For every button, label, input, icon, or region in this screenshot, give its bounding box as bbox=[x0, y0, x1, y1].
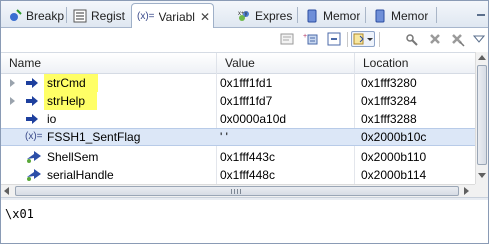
scrollbar-thumb[interactable] bbox=[477, 65, 487, 165]
location-cell: 0x2000b114 bbox=[361, 168, 427, 182]
pointer-arrow-icon bbox=[24, 93, 40, 109]
select-columns-icon[interactable] bbox=[351, 31, 375, 47]
pointer-arrow-icon bbox=[24, 75, 40, 91]
registers-icon bbox=[73, 9, 87, 23]
variables-icon: (x)= bbox=[137, 11, 155, 22]
scrollbar-grip-icon bbox=[231, 189, 241, 194]
tab-label: Breakp bbox=[26, 8, 65, 23]
pointer-arrow-icon bbox=[24, 111, 40, 127]
global-pointer-icon bbox=[26, 149, 42, 165]
memory-icon bbox=[373, 9, 387, 23]
name-cell: strHelp bbox=[1, 92, 215, 110]
view-menu-icon[interactable] bbox=[471, 31, 487, 47]
svg-text:+: + bbox=[303, 33, 307, 40]
tab-label: Expres bbox=[255, 8, 293, 23]
view-toolbar: + bbox=[1, 28, 488, 50]
variable-name: io bbox=[47, 112, 57, 126]
detail-pane[interactable]: \x01 bbox=[1, 200, 488, 243]
toolbar-separator bbox=[347, 32, 348, 47]
name-cell: io bbox=[1, 110, 215, 128]
svg-text:x+y: x+y bbox=[238, 11, 248, 17]
tab-separator bbox=[66, 7, 67, 23]
scroll-up-arrow-icon[interactable] bbox=[478, 55, 486, 60]
tab-label: Memor bbox=[323, 8, 361, 23]
table-row[interactable]: io 0x0000a10d 0x1fff3288 bbox=[1, 110, 475, 128]
variable-name: FSSH1_SentFlag bbox=[47, 130, 141, 144]
tab-breakpoints[interactable]: Breakp bbox=[3, 3, 65, 28]
name-cell: serialHandle bbox=[1, 166, 215, 184]
horizontal-scrollbar[interactable] bbox=[1, 184, 475, 197]
expand-arrow-icon[interactable] bbox=[10, 97, 15, 105]
global-variable-icon: (x)= bbox=[25, 131, 43, 142]
value-cell[interactable]: ' ' bbox=[220, 129, 352, 145]
minimize-icon[interactable] bbox=[476, 10, 486, 20]
view-tab-strip: Breakp Regist (x)= Variabl ✕ x+y Expres … bbox=[1, 1, 488, 29]
tab-separator bbox=[297, 7, 298, 23]
table-row[interactable]: strCmd 0x1fff1fd1 0x1fff3280 bbox=[1, 74, 475, 92]
location-cell: 0x2000b110 bbox=[361, 150, 427, 164]
vertical-scrollbar[interactable] bbox=[475, 52, 488, 184]
value-cell[interactable]: 0x1fff1fd7 bbox=[220, 92, 352, 110]
close-icon[interactable]: ✕ bbox=[200, 10, 210, 24]
expressions-icon: x+y bbox=[237, 9, 251, 23]
scrollbar-thumb[interactable] bbox=[15, 186, 459, 196]
toolbar-separator bbox=[379, 32, 380, 47]
variable-name: ShellSem bbox=[47, 150, 99, 164]
scroll-down-arrow-icon[interactable] bbox=[478, 173, 486, 178]
variables-view: Breakp Regist (x)= Variabl ✕ x+y Expres … bbox=[0, 0, 489, 244]
column-header-value[interactable]: Value bbox=[217, 53, 355, 74]
tab-label: Regist bbox=[91, 8, 126, 23]
value-cell[interactable]: 0x1fff448c bbox=[220, 166, 352, 184]
scroll-right-arrow-icon[interactable] bbox=[464, 187, 469, 195]
value-cell[interactable]: 0x1fff443c bbox=[220, 148, 352, 166]
show-type-names-icon[interactable] bbox=[279, 31, 295, 47]
value-cell[interactable]: 0x1fff1fd1 bbox=[220, 74, 352, 92]
tab-expressions[interactable]: x+y Expres bbox=[232, 3, 294, 28]
tab-label: Variabl bbox=[158, 9, 195, 24]
value-cell[interactable]: 0x0000a10d bbox=[220, 110, 352, 128]
variable-name: serialHandle bbox=[47, 168, 114, 182]
tab-separator bbox=[436, 7, 437, 23]
variable-name: strHelp bbox=[44, 92, 98, 110]
memory-icon bbox=[305, 9, 319, 23]
global-pointer-icon bbox=[26, 167, 42, 183]
scrollbar-corner bbox=[475, 184, 488, 197]
tab-separator bbox=[365, 7, 366, 23]
table-row-selected[interactable]: (x)= FSSH1_SentFlag ' ' 0x2000b10c bbox=[1, 128, 475, 146]
breakpoint-icon bbox=[8, 8, 22, 23]
tab-registers[interactable]: Regist bbox=[68, 3, 129, 28]
tab-variables[interactable]: (x)= Variabl ✕ bbox=[131, 3, 214, 29]
tab-memory[interactable]: Memor bbox=[300, 3, 362, 28]
column-header-location[interactable]: Location bbox=[355, 53, 475, 74]
variables-table: strCmd 0x1fff1fd1 0x1fff3280 strHelp 0x1… bbox=[1, 74, 475, 184]
remove-all-globals-icon[interactable] bbox=[449, 31, 465, 47]
expand-arrow-icon[interactable] bbox=[10, 79, 15, 87]
location-cell: 0x2000b10c bbox=[361, 130, 427, 144]
tab-memory-2[interactable]: Memor bbox=[368, 3, 433, 28]
location-cell: 0x1fff3280 bbox=[361, 76, 417, 90]
remove-all-icon[interactable] bbox=[427, 31, 443, 47]
detail-value-text: \x01 bbox=[5, 207, 34, 221]
scroll-left-arrow-icon[interactable] bbox=[4, 187, 9, 195]
name-cell: (x)= FSSH1_SentFlag bbox=[1, 129, 215, 145]
table-row[interactable]: ShellSem 0x1fff443c 0x2000b110 bbox=[1, 148, 475, 166]
location-cell: 0x1fff3288 bbox=[361, 112, 417, 126]
tab-label: Memor bbox=[391, 8, 429, 23]
table-row[interactable]: serialHandle 0x1fff448c 0x2000b114 bbox=[1, 166, 475, 184]
variable-name: strCmd bbox=[44, 74, 98, 92]
location-cell: 0x1fff3284 bbox=[361, 94, 417, 108]
table-header: Name Value Location bbox=[1, 52, 475, 74]
name-cell: ShellSem bbox=[1, 148, 215, 166]
table-row[interactable]: strHelp 0x1fff1fd7 0x1fff3284 bbox=[1, 92, 475, 110]
collapse-all-icon[interactable] bbox=[326, 31, 342, 47]
name-cell: strCmd bbox=[1, 74, 215, 92]
column-header-name[interactable]: Name bbox=[1, 53, 217, 74]
remove-global-icon[interactable] bbox=[404, 31, 420, 47]
add-global-variables-icon[interactable]: + bbox=[303, 31, 319, 47]
